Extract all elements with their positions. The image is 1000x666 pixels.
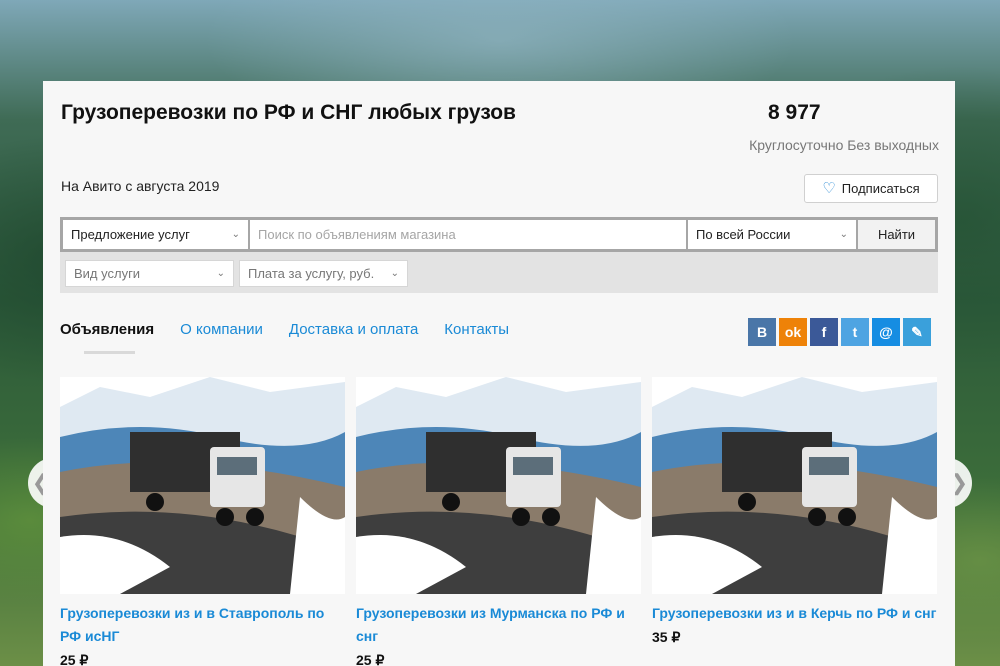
- chevron-down-icon: ⌄: [839, 229, 848, 240]
- tab-listings[interactable]: Объявления: [60, 321, 154, 338]
- service-type-select[interactable]: Вид услуги ⌄: [65, 260, 234, 287]
- region-select[interactable]: По всей России ⌄: [688, 220, 856, 249]
- shop-phone[interactable]: 8 977: [768, 101, 821, 125]
- sub-filters: Вид услуги ⌄ Плата за услугу, руб. ⌄: [65, 260, 408, 287]
- active-tab-underline: [84, 351, 135, 354]
- shop-hours: Круглосуточно Без выходных: [749, 137, 939, 153]
- shop-since: На Авито с августа 2019: [61, 178, 220, 194]
- listing-title[interactable]: Грузоперевозки из и в Керчь по РФ и снг: [652, 602, 937, 625]
- odnoklassniki-icon[interactable]: ok: [779, 318, 807, 346]
- listing-price: 25 ₽: [60, 652, 89, 666]
- shop-tabs: Объявления О компании Доставка и оплата …: [60, 321, 509, 338]
- truck-illustration: [356, 377, 641, 594]
- tab-about[interactable]: О компании: [180, 321, 263, 338]
- vk-icon[interactable]: В: [748, 318, 776, 346]
- search-row: Предложение услуг ⌄ Поиск по объявлениям…: [60, 217, 938, 252]
- search-input[interactable]: Поиск по объявлениям магазина: [250, 220, 686, 249]
- chevron-down-icon: ⌄: [231, 229, 240, 240]
- truck-image[interactable]: [652, 377, 937, 594]
- twitter-icon[interactable]: t: [841, 318, 869, 346]
- facebook-icon[interactable]: f: [810, 318, 838, 346]
- subscribe-button[interactable]: ♡ Подписаться: [804, 174, 938, 203]
- listing-title[interactable]: Грузоперевозки из и в Ставрополь по РФ и…: [60, 602, 345, 648]
- shop-panel: Грузоперевозки по РФ и СНГ любых грузов …: [43, 81, 955, 666]
- listing-card[interactable]: Грузоперевозки из и в Ставрополь по РФ и…: [60, 377, 345, 666]
- find-button[interactable]: Найти: [858, 220, 935, 249]
- find-label: Найти: [877, 227, 916, 242]
- listing-card[interactable]: Грузоперевозки из и в Керчь по РФ и снг …: [652, 377, 937, 666]
- search-filters: Предложение услуг ⌄ Поиск по объявлениям…: [60, 217, 938, 293]
- truck-image[interactable]: [60, 377, 345, 594]
- listing-title[interactable]: Грузоперевозки из Мурманска по РФ и снг: [356, 602, 641, 648]
- subscribe-label: Подписаться: [841, 181, 920, 196]
- heart-icon: ♡: [822, 180, 836, 197]
- tab-delivery[interactable]: Доставка и оплата: [289, 321, 418, 338]
- truck-illustration: [60, 377, 345, 594]
- truck-image[interactable]: [356, 377, 641, 594]
- listing-price: 25 ₽: [356, 652, 385, 666]
- chevron-down-icon: ⌄: [216, 268, 225, 279]
- listing-price: 35 ₽: [652, 629, 681, 645]
- region-value: По всей России: [696, 227, 791, 242]
- search-placeholder: Поиск по объявлениям магазина: [258, 227, 456, 242]
- category-select[interactable]: Предложение услуг ⌄: [63, 220, 248, 249]
- chevron-down-icon: ⌄: [390, 268, 399, 279]
- truck-illustration: [652, 377, 937, 594]
- mail-icon[interactable]: @: [872, 318, 900, 346]
- tab-contacts[interactable]: Контакты: [444, 321, 509, 338]
- listing-cards: Грузоперевозки из и в Ставрополь по РФ и…: [60, 377, 937, 666]
- livejournal-icon[interactable]: ✎: [903, 318, 931, 346]
- social-share: В ok f t @ ✎: [748, 318, 931, 346]
- price-filter-value: Плата за услугу, руб.: [248, 266, 375, 281]
- shop-title: Грузоперевозки по РФ и СНГ любых грузов: [61, 101, 516, 124]
- service-type-value: Вид услуги: [74, 266, 141, 281]
- price-filter-select[interactable]: Плата за услугу, руб. ⌄: [239, 260, 408, 287]
- listing-card[interactable]: Грузоперевозки из Мурманска по РФ и снг …: [356, 377, 641, 666]
- category-value: Предложение услуг: [71, 227, 190, 242]
